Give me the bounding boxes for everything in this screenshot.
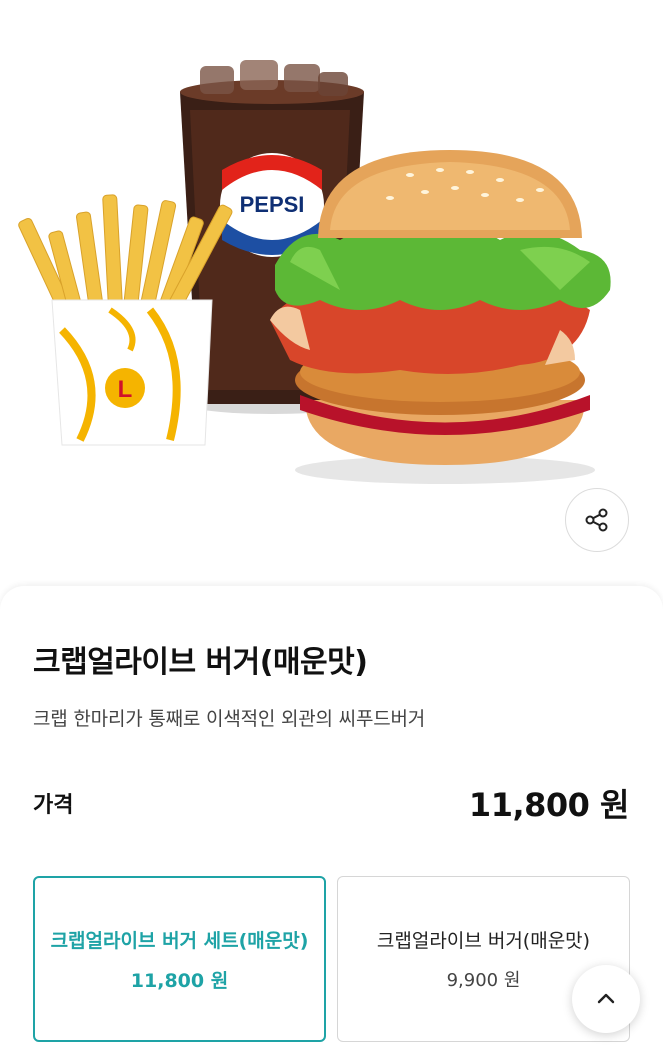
product-title: 크랩얼라이브 버거(매운맛) [33,645,368,680]
product-description: 크랩 한마리가 통째로 이색적인 외관의 씨푸드버거 [33,708,426,730]
option-name: 크랩얼라이브 버거(매운맛) [376,930,591,952]
option-set-card[interactable]: 크랩얼라이브 버거 세트(매운맛) 11,800 원 [33,876,326,1042]
product-illustration: PEPSI L [18,60,611,484]
fries-box-logo: L [118,376,133,403]
scroll-top-button[interactable] [572,965,640,1033]
option-price: 9,900 원 [446,970,521,991]
option-price: 11,800 원 [130,969,229,992]
price-value: 11,800 원 [468,786,630,824]
share-icon [585,508,608,532]
price-label: 가격 [33,793,74,818]
cup-logo-text: PEPSI [240,192,305,217]
share-button[interactable] [565,488,629,552]
product-image: PEPSI L [0,0,663,600]
chevron-up-icon [597,993,615,1004]
option-name: 크랩얼라이브 버거 세트(매운맛) [50,929,309,952]
